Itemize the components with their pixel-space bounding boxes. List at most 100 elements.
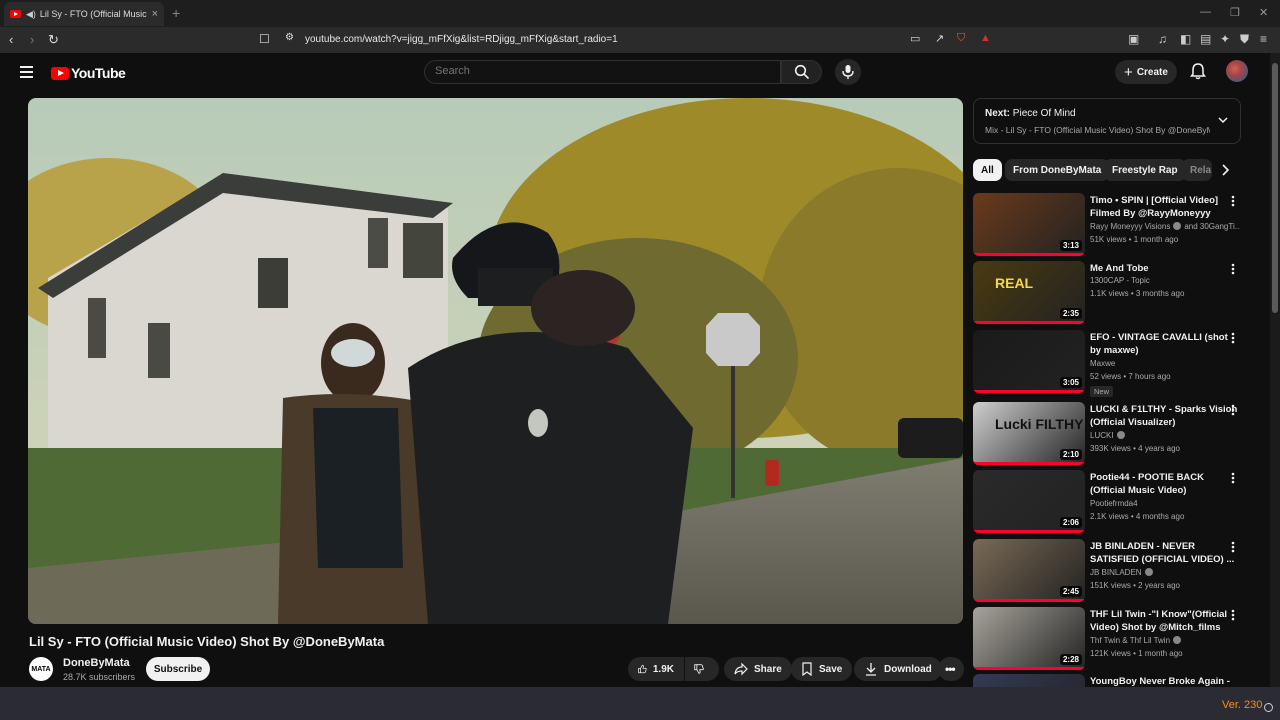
chip-all[interactable]: All [973, 159, 1002, 181]
youtube-logo[interactable]: YouTube [51, 65, 126, 81]
duration-badge: 2:10 [1059, 449, 1082, 460]
channel-label: LUCKI [1090, 431, 1114, 440]
recommendation-channel[interactable]: Maxwe [1090, 359, 1240, 368]
recommendation-title[interactable]: YoungBoy Never Broke Again - [1090, 675, 1240, 687]
close-tab-icon[interactable]: × [152, 8, 158, 20]
recommendation-title[interactable]: Me And Tobe [1090, 262, 1240, 275]
vpn-icon[interactable]: ⛊ [1240, 32, 1249, 47]
duration-badge: 2:28 [1059, 654, 1082, 665]
search-button[interactable] [781, 60, 822, 84]
recommendation-channel[interactable]: Rayy Moneyyy Visions and 30GangTi... [1090, 222, 1240, 231]
recommendation-thumbnail[interactable]: 3:05 [973, 330, 1085, 393]
recommendation-thumbnail[interactable]: REAL 2:35 [973, 261, 1085, 324]
window-close-icon[interactable]: ✕ [1259, 6, 1268, 19]
chip-related[interactable]: Rela [1182, 159, 1212, 181]
more-vertical-icon[interactable] [1231, 194, 1235, 212]
like-button[interactable]: 1.9K [628, 657, 684, 681]
create-button[interactable]: + Create [1115, 60, 1177, 84]
download-label: Download [884, 663, 932, 675]
account-avatar[interactable] [1226, 60, 1248, 82]
recommendation-title[interactable]: THF Lil Twin -"I Know"(Official Video) S… [1090, 608, 1240, 634]
video-player[interactable] [28, 98, 963, 624]
recommendation-item[interactable]: 2:28 THF Lil Twin -"I Know"(Official Vide… [973, 607, 1253, 673]
recommendation-thumbnail[interactable] [973, 674, 1085, 687]
search-box[interactable] [424, 60, 781, 84]
browser-tab[interactable]: ◀︎) Lil Sy - FTO (Official Music Vi × [4, 2, 164, 26]
restore-icon[interactable]: ❐ [1230, 6, 1240, 19]
thumbnail-text: REAL [995, 275, 1034, 291]
recommendation-item[interactable]: 3:13 Timo • SPIN | [Official Video] Filme… [973, 193, 1253, 259]
download-button[interactable]: Download [854, 657, 942, 681]
search-input[interactable] [435, 65, 765, 77]
more-vertical-icon[interactable] [1231, 331, 1235, 349]
plus-icon: + [1124, 63, 1133, 81]
recommendation-channel[interactable]: 1300CAP - Topic [1090, 276, 1240, 285]
chevron-down-icon[interactable] [1217, 114, 1229, 126]
channel-avatar[interactable]: MATA [29, 657, 53, 681]
brave-rewards-icon[interactable]: ▲ [980, 32, 991, 44]
recommendation-item[interactable]: 2:45 JB BINLADEN - NEVER SATISFIED (OFFIC… [973, 539, 1253, 605]
recommendation-thumbnail[interactable]: 2:28 [973, 607, 1085, 670]
notifications-bell-icon[interactable] [1189, 62, 1207, 80]
reader-icon[interactable]: ◧ [1180, 32, 1191, 46]
guide-menu-icon[interactable] [20, 66, 33, 81]
minimize-icon[interactable]: — [1200, 6, 1211, 18]
recommendation-item[interactable]: 3:05 EFO - VINTAGE CAVALLI (shot by maxwe… [973, 330, 1253, 397]
bookmark-icon[interactable]: ☐ [259, 32, 270, 46]
save-button[interactable]: Save [791, 657, 853, 681]
recommendation-thumbnail[interactable]: 3:13 [973, 193, 1085, 256]
forward-icon[interactable]: › [30, 32, 34, 47]
more-vertical-icon[interactable] [1231, 471, 1235, 489]
sidebar-icon[interactable]: ▣ [1128, 32, 1139, 46]
more-vertical-icon[interactable] [1231, 608, 1235, 626]
chip-freestyle-rap[interactable]: Freestyle Rap [1104, 159, 1186, 181]
chip-from-channel[interactable]: From DoneByMata [1005, 159, 1110, 181]
recommendation-thumbnail[interactable]: 2:06 [973, 470, 1085, 533]
recommendation-channel[interactable]: LUCKI [1090, 431, 1240, 440]
page-scrollbar[interactable] [1270, 53, 1280, 687]
recommendation-item[interactable]: Lucki FILTHY 2:10 LUCKI & F1LTHY - Sparks … [973, 402, 1253, 468]
menu-icon[interactable]: ≡ [1260, 32, 1267, 46]
new-tab-button[interactable]: + [172, 5, 180, 21]
share-button[interactable]: Share [724, 657, 792, 681]
voice-search-button[interactable] [835, 59, 861, 85]
recommendation-title[interactable]: EFO - VINTAGE CAVALLI (shot by maxwe) [1090, 331, 1240, 357]
wallet-icon[interactable]: ▤ [1200, 32, 1211, 46]
leo-ai-icon[interactable]: ✦ [1220, 32, 1230, 46]
recommendation-meta: 2.1K views • 4 months ago [1090, 512, 1185, 521]
music-icon[interactable]: ♫ [1158, 32, 1167, 46]
reload-icon[interactable]: ↻ [48, 32, 59, 48]
subscribe-button[interactable]: Subscribe [146, 657, 210, 681]
site-info-icon[interactable]: ⚙ [285, 32, 294, 43]
more-vertical-icon[interactable] [1231, 403, 1235, 421]
channel-label: Pootiefrmda4 [1090, 499, 1138, 508]
scrollbar-thumb[interactable] [1272, 63, 1278, 313]
recommendation-thumbnail[interactable]: 2:45 [973, 539, 1085, 602]
recommendation-title[interactable]: JB BINLADEN - NEVER SATISFIED (OFFICIAL … [1090, 540, 1240, 566]
channel-name[interactable]: DoneByMata [63, 657, 130, 669]
recommendation-item[interactable]: YoungBoy Never Broke Again - [973, 674, 1253, 687]
chevron-right-icon[interactable] [1219, 163, 1231, 177]
share-page-icon[interactable]: ↗ [935, 32, 944, 45]
recommendation-item[interactable]: 2:06 Pootie44 - POOTIE BACK (Official Mus… [973, 470, 1253, 536]
recommendation-title[interactable]: LUCKI & F1LTHY - Sparks Vision (Official… [1090, 403, 1240, 429]
next-up-panel[interactable]: Next: Piece Of Mind Mix - Lil Sy - FTO (… [973, 98, 1241, 144]
brave-shield-icon[interactable]: ⛉ [957, 32, 965, 45]
more-vertical-icon[interactable] [1231, 262, 1235, 280]
recommendation-channel[interactable]: Pootiefrmda4 [1090, 499, 1240, 508]
recommendation-thumbnail[interactable]: Lucki FILTHY 2:10 [973, 402, 1085, 465]
cast-icon[interactable]: ▭ [910, 32, 920, 45]
more-actions-button[interactable]: ••• [938, 657, 964, 681]
dislike-button[interactable] [685, 657, 719, 681]
speaker-icon[interactable]: ◀︎) [26, 9, 36, 20]
address-bar[interactable]: ☐ ⚙ youtube.com/watch?v=jigg_mFfXig&list… [255, 29, 1000, 51]
recommendation-channel[interactable]: Thf Twin & Thf Lil Twin [1090, 636, 1240, 645]
settings-circle-icon[interactable] [1264, 703, 1273, 712]
recommendation-channel[interactable]: JB BINLADEN [1090, 568, 1240, 577]
more-vertical-icon[interactable] [1231, 540, 1235, 558]
recommendation-item[interactable]: REAL 2:35 Me And Tobe 1300CAP - Topic 1.1K v… [973, 261, 1253, 327]
recommendation-title[interactable]: Pootie44 - POOTIE BACK (Official Music V… [1090, 471, 1240, 497]
recommendation-title[interactable]: Timo • SPIN | [Official Video] Filmed By… [1090, 194, 1240, 220]
back-icon[interactable]: ‹ [9, 32, 13, 47]
channel-label: Rayy Moneyyy Visions [1090, 222, 1171, 231]
